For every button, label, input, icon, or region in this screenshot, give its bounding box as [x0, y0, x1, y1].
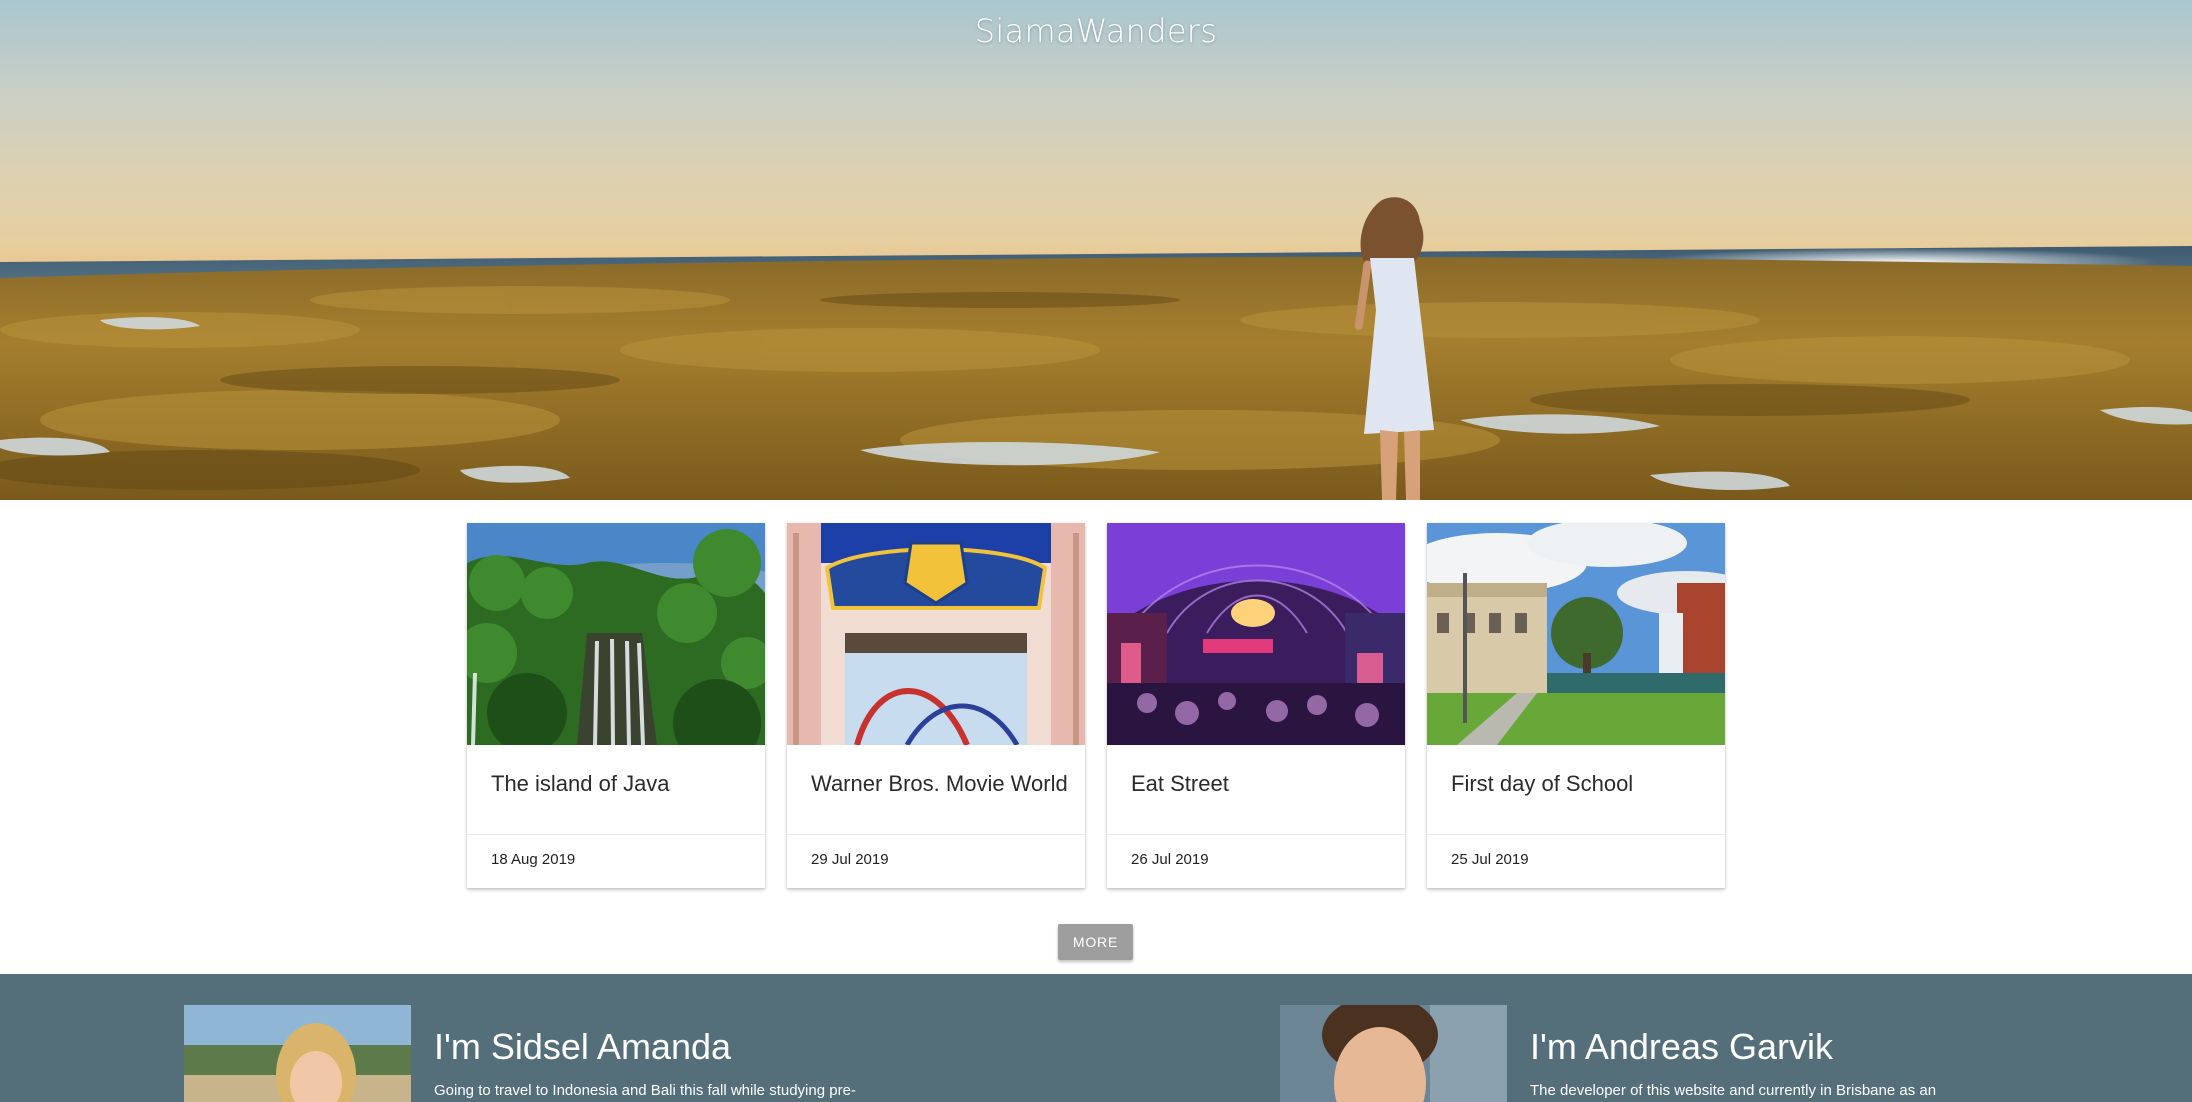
post-card[interactable]: The island of Java 18 Aug 2019 [467, 523, 765, 888]
post-date: 25 Jul 2019 [1451, 851, 1529, 868]
post-title[interactable]: First day of School [1451, 771, 1633, 797]
post-image-eat-street[interactable] [1107, 523, 1405, 745]
post-title[interactable]: Eat Street [1131, 771, 1229, 797]
more-button[interactable]: MORE [1058, 924, 1133, 960]
card-divider [787, 834, 1085, 835]
post-image-movie-world[interactable] [787, 523, 1085, 745]
post-date: 29 Jul 2019 [811, 851, 889, 868]
author-name: I'm Sidsel Amanda [434, 1026, 732, 1067]
author-bio: The developer of this website and curren… [1530, 1082, 1937, 1099]
post-card[interactable]: Warner Bros. Movie World 29 Jul 2019 [787, 523, 1085, 888]
hero-banner: SiamaWanders [0, 0, 2192, 500]
post-card[interactable]: Eat Street 26 Jul 2019 [1107, 523, 1405, 888]
author-photo-sidsel [184, 1005, 411, 1102]
authors-section: I'm Sidsel Amanda Going to travel to Ind… [0, 974, 2192, 1102]
card-divider [1427, 834, 1725, 835]
post-image-waterfall[interactable] [467, 523, 765, 745]
card-divider [1107, 834, 1405, 835]
author-name: I'm Andreas Garvik [1530, 1026, 1833, 1067]
post-date: 26 Jul 2019 [1131, 851, 1209, 868]
page: SiamaWanders The island of Java 18 Aug 2… [0, 0, 2192, 1102]
post-date: 18 Aug 2019 [491, 851, 576, 868]
author-bio: Going to travel to Indonesia and Bali th… [434, 1082, 856, 1099]
hero-image [0, 197, 2192, 500]
post-card[interactable]: First day of School 25 Jul 2019 [1427, 523, 1725, 888]
post-title[interactable]: The island of Java [491, 771, 670, 797]
author-photo-andreas [1280, 1005, 1507, 1102]
post-title[interactable]: Warner Bros. Movie World [811, 771, 1068, 797]
card-divider [467, 834, 765, 835]
site-title[interactable]: SiamaWanders [0, 12, 2192, 50]
post-image-campus[interactable] [1427, 523, 1725, 745]
